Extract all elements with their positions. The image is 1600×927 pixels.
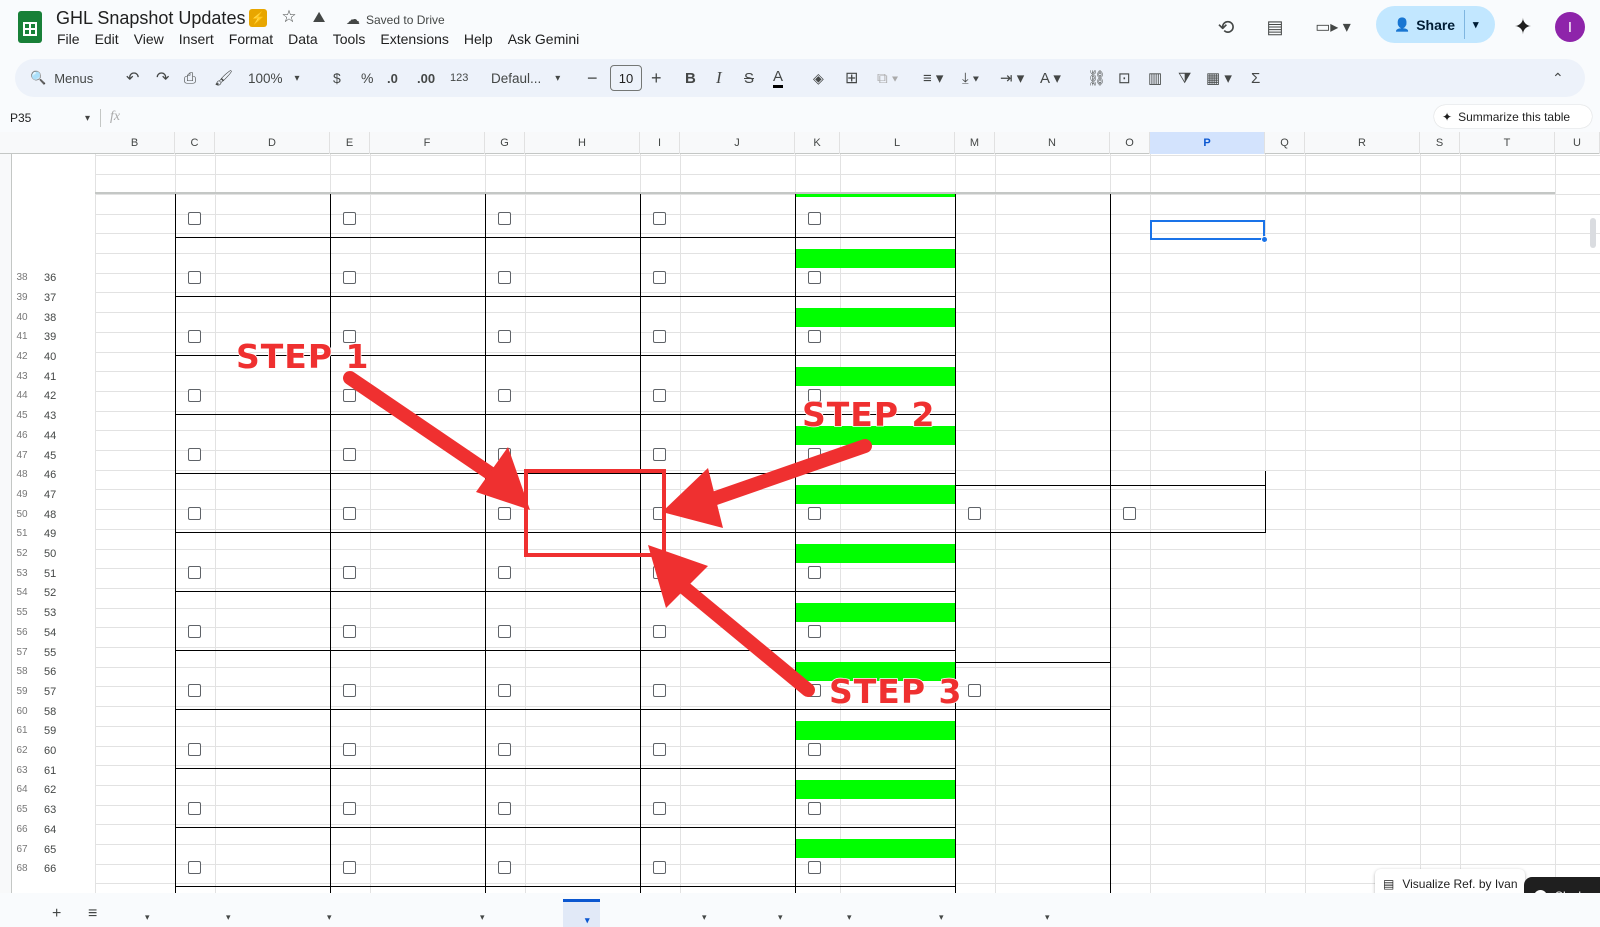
sheet-tab-model-lf[interactable]: ▾ bbox=[216, 908, 231, 923]
chevron-down-icon: ▾ bbox=[585, 915, 590, 925]
step3-label: STEP 3 bbox=[828, 671, 963, 712]
chevron-down-icon: ▾ bbox=[1045, 912, 1050, 922]
sheet-tab-slack[interactable]: ▾ bbox=[692, 908, 707, 923]
sheet-tab-cal-resync[interactable]: ▾ bbox=[563, 899, 600, 927]
highlight-box bbox=[524, 469, 666, 557]
sheet-tab-loc-id-s[interactable]: ▾ bbox=[837, 908, 852, 923]
sheet-tab-custom-audience[interactable]: ▾ bbox=[317, 908, 332, 923]
sheet-tab-lf-resets[interactable]: ▾ bbox=[470, 908, 485, 923]
chevron-down-icon: ▾ bbox=[702, 912, 707, 922]
vertical-scrollbar[interactable] bbox=[1590, 218, 1596, 248]
chevron-down-icon: ▾ bbox=[226, 912, 231, 922]
visualize-label: Visualize Ref. by Ivan bbox=[1402, 877, 1518, 891]
chevron-down-icon: ▾ bbox=[847, 912, 852, 922]
add-sheet-icon[interactable]: + bbox=[52, 905, 61, 923]
all-sheets-icon[interactable]: ≡ bbox=[88, 905, 97, 923]
sheet-tab-vadim[interactable]: ▾ bbox=[135, 908, 150, 923]
chevron-down-icon: ▾ bbox=[778, 912, 783, 922]
sheet-tab-bar bbox=[0, 893, 1600, 927]
chevron-down-icon: ▾ bbox=[327, 912, 332, 922]
sheets-app: GHL Snapshot Updates ⚡ ☆ ⛰ ☁ Saved to Dri… bbox=[0, 0, 1600, 927]
chevron-down-icon: ▾ bbox=[939, 912, 944, 922]
sheet-tab-shortcuts[interactable]: ▾ bbox=[929, 908, 944, 923]
arrow-step2 bbox=[662, 439, 872, 528]
sheet-tab-rica[interactable]: ▾ bbox=[768, 908, 783, 923]
chevron-down-icon: ▾ bbox=[145, 912, 150, 922]
arrow-step1 bbox=[343, 371, 530, 510]
step2-label: STEP 2 bbox=[801, 394, 936, 435]
step-arrows bbox=[343, 371, 872, 697]
arrow-step3 bbox=[648, 545, 815, 697]
sheet-tab-webhooks[interactable]: ▾ bbox=[1035, 908, 1050, 923]
step1-label: STEP 1 bbox=[235, 336, 370, 377]
chevron-down-icon: ▾ bbox=[480, 912, 485, 922]
chart-icon: ▤ bbox=[1383, 877, 1395, 891]
